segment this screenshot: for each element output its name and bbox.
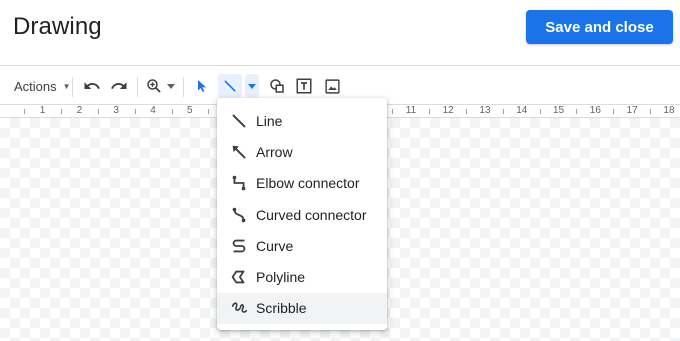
ruler-tick (392, 109, 394, 114)
ruler-number: 11 (405, 105, 417, 116)
menu-item-label: Curve (256, 237, 294, 254)
select-icon (198, 80, 206, 92)
toolbar-divider (72, 77, 73, 97)
undo-button[interactable] (80, 74, 104, 98)
zoom-button[interactable] (142, 74, 166, 98)
line-tool-button[interactable] (218, 74, 242, 98)
ruler-number: 3 (113, 105, 119, 116)
menu-item-line[interactable]: Line (217, 105, 387, 136)
menu-item-curve[interactable]: Curve (217, 230, 387, 261)
actions-menu-button[interactable]: Actions ▼ (8, 74, 77, 98)
menu-item-label: Scribble (256, 300, 307, 317)
redo-button[interactable] (107, 74, 131, 98)
toolbar-divider (183, 77, 184, 97)
arrow-icon (229, 142, 249, 162)
shape-icon (270, 79, 284, 93)
ruler-number: 16 (589, 105, 601, 116)
ruler-tick (98, 109, 99, 114)
page-title: Drawing (13, 13, 102, 40)
ruler-tick (502, 109, 504, 114)
ruler-tick (613, 109, 615, 114)
ruler-tick (24, 109, 26, 114)
menu-item-elbow-connector[interactable]: Elbow connector (217, 168, 387, 199)
ruler-number: 13 (479, 105, 491, 116)
scribble-icon (229, 298, 249, 318)
curve-icon (229, 236, 249, 256)
ruler-number: 17 (626, 105, 638, 116)
polyline-icon (229, 267, 249, 287)
toolbar-divider (137, 77, 138, 97)
menu-item-label: Arrow (256, 143, 293, 160)
menu-item-label: Line (256, 112, 283, 129)
zoom-icon (147, 79, 161, 93)
ruler-tick (429, 109, 431, 114)
header-bar: Drawing Save and close (0, 0, 680, 66)
line-icon (229, 111, 249, 131)
ruler-number: 14 (516, 105, 528, 116)
image-icon (324, 78, 340, 94)
menu-item-label: Curved connector (256, 206, 367, 223)
ruler-number: 18 (663, 105, 675, 116)
menu-item-polyline[interactable]: Polyline (217, 261, 387, 292)
text-box-icon (296, 78, 312, 94)
ruler-tick (539, 109, 541, 114)
ruler-tick (134, 109, 136, 114)
ruler-number: 12 (442, 105, 454, 116)
ruler-number: 15 (553, 105, 565, 116)
ruler-tick (61, 109, 63, 114)
ruler-tick (466, 109, 467, 114)
ruler-number: 5 (187, 105, 193, 116)
curved-connector-icon (229, 205, 249, 225)
menu-item-arrow[interactable]: Arrow (217, 136, 387, 167)
save-and-close-button[interactable]: Save and close (526, 10, 673, 44)
shape-tool-button[interactable] (265, 74, 289, 98)
ruler-number: 4 (150, 105, 156, 116)
ruler-number: 2 (76, 105, 83, 116)
zoom-dropdown[interactable] (164, 74, 178, 98)
menu-item-curved-connector[interactable]: Curved connector (217, 199, 387, 230)
image-button[interactable] (320, 74, 344, 98)
line-tool-dropdown[interactable] (245, 74, 259, 98)
elbow-connector-icon (229, 173, 249, 193)
line-type-menu: Line Arrow Elbow connector Curved connector… (217, 98, 387, 330)
menu-item-scribble[interactable]: Scribble (217, 292, 387, 325)
chevron-down-icon: ▼ (62, 81, 71, 91)
actions-label: Actions (14, 78, 57, 94)
ruler-tick (171, 109, 173, 114)
chevron-down-icon (248, 83, 256, 89)
ruler-tick (650, 109, 651, 114)
chevron-down-icon (167, 83, 175, 89)
line-icon (224, 80, 236, 92)
ruler-tick (208, 109, 210, 114)
menu-item-label: Polyline (256, 269, 306, 286)
redo-icon (111, 82, 127, 89)
text-box-button[interactable] (292, 74, 316, 98)
menu-item-label: Elbow connector (256, 175, 360, 192)
select-tool-button[interactable] (190, 74, 214, 98)
ruler-number: 1 (39, 105, 46, 116)
undo-icon (84, 82, 100, 89)
ruler-tick (576, 109, 578, 114)
